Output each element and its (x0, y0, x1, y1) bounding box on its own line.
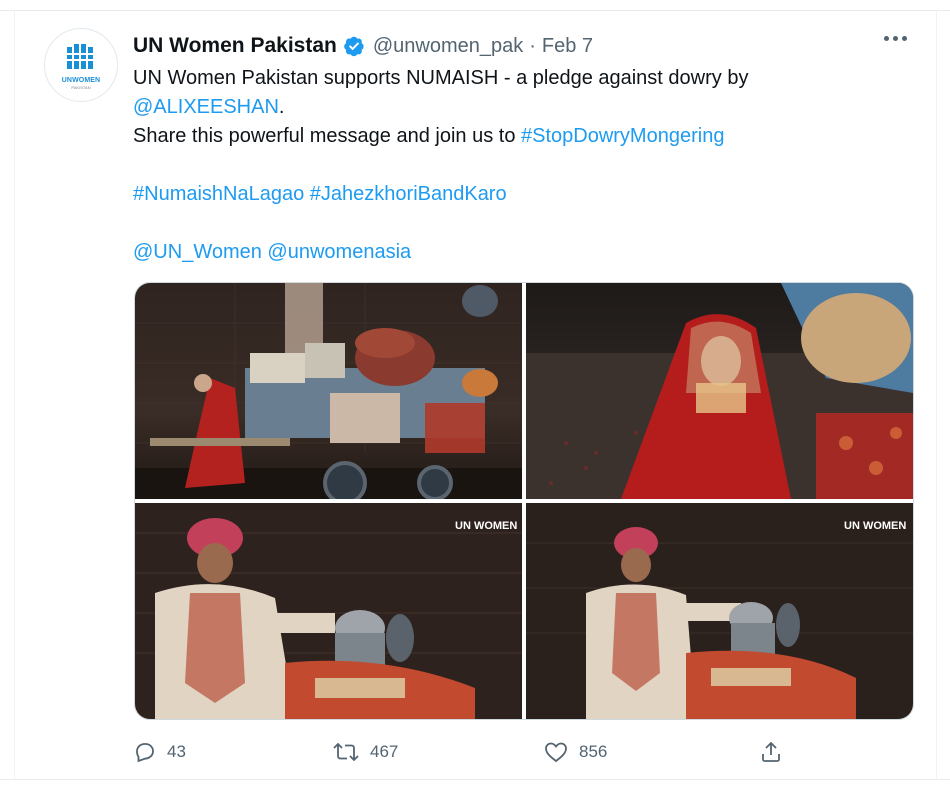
hashtag-link[interactable]: #StopDowryMongering (521, 125, 724, 147)
bottom-divider (0, 779, 950, 791)
unwomen-logo-icon (64, 40, 98, 75)
watermark: UN WOMEN (844, 520, 906, 532)
avatar-brand-subtext: PAKISTAN (71, 84, 91, 90)
more-dot (893, 36, 898, 41)
display-name[interactable]: UN Women Pakistan (133, 34, 337, 58)
media-grid: UN WOMEN UN WOMEN (134, 282, 914, 720)
header-separator: · (529, 34, 536, 57)
retweet-icon (333, 742, 359, 762)
mention-link[interactable]: @ALIXEESHAN (133, 96, 279, 118)
avatar[interactable]: UNWOMEN PAKISTAN (44, 28, 118, 102)
mention-link[interactable]: @unwomenasia (267, 241, 411, 263)
like-count: 856 (579, 742, 608, 761)
period-text: . (278, 96, 285, 118)
media-image-groom-right[interactable]: UN WOMEN (526, 503, 913, 719)
tweet-line: @ALIXEESHAN. (133, 93, 903, 122)
bride-scene (526, 283, 913, 499)
svg-text:UN WOMEN: UN WOMEN (455, 520, 517, 532)
avatar-brand-text: UNWOMEN (61, 76, 101, 84)
media-image-cart[interactable] (135, 283, 522, 499)
tweet-line: Share this powerful message and join us … (133, 122, 903, 151)
top-divider (0, 0, 950, 11)
media-image-groom-left[interactable]: UN WOMEN (135, 503, 522, 719)
mention-link[interactable]: @UN_Women (133, 241, 262, 263)
more-options-icon[interactable] (884, 36, 907, 41)
like-button[interactable]: 856 (543, 736, 607, 768)
heart-icon (545, 742, 567, 763)
tweet-actions: 43 467 856 (133, 736, 793, 768)
svg-text:UN WOMEN: UN WOMEN (844, 520, 906, 532)
user-handle[interactable]: @unwomen_pak (373, 35, 523, 58)
retweet-count: 467 (370, 742, 399, 761)
hashtag-link[interactable]: #JahezkhoriBandKaro (310, 183, 507, 205)
share-text: Share this powerful message and join us … (133, 125, 521, 147)
groom-scene-left: UN WOMEN (135, 503, 522, 719)
media-image-bride[interactable] (526, 283, 913, 499)
right-border (936, 10, 937, 780)
tweet-date[interactable]: Feb 7 (542, 35, 593, 58)
reply-icon (136, 743, 154, 763)
tweet-text: UN Women Pakistan supports NUMAISH - a p… (133, 64, 903, 267)
more-dot (884, 36, 889, 41)
tweet-header: UN Women Pakistan @unwomen_pak · Feb 7 (133, 32, 593, 60)
share-icon (762, 741, 780, 762)
hashtag-link[interactable]: #NumaishNaLagao (133, 183, 304, 205)
cart-scene (135, 283, 522, 499)
left-border (14, 10, 15, 780)
retweet-button[interactable]: 467 (332, 736, 398, 768)
tweet-line: #NumaishNaLagao #JahezkhoriBandKaro (133, 180, 903, 209)
tweet-line: @UN_Women @unwomenasia (133, 238, 903, 267)
tweet-line: UN Women Pakistan supports NUMAISH - a p… (133, 67, 749, 89)
groom-scene-right: UN WOMEN (526, 503, 913, 719)
verified-badge-icon (344, 36, 364, 57)
more-dot (902, 36, 907, 41)
reply-button[interactable]: 43 (133, 736, 186, 768)
share-button[interactable] (759, 736, 783, 768)
reply-count: 43 (167, 742, 186, 761)
